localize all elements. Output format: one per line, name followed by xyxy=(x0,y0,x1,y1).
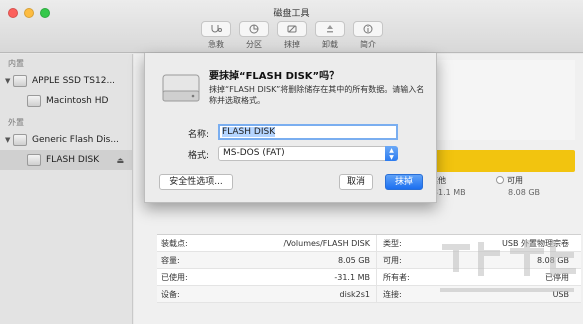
sidebar-item-label: FLASH DISK xyxy=(46,155,100,165)
cancel-button[interactable]: 取消 xyxy=(339,174,373,190)
info-key: 可用: xyxy=(383,255,402,265)
first-aid-button[interactable]: 急救 xyxy=(200,21,232,50)
info-value: /Volumes/FLASH DISK xyxy=(207,235,377,251)
erase-icon xyxy=(277,21,307,37)
disk-utility-window: 磁盘工具 急救 分区 抹掉 卸载 简介 内置 ▼ APPLE SSD TS12.… xyxy=(0,0,583,324)
external-drive-icon xyxy=(162,74,200,102)
info-value: -31.1 MB xyxy=(207,269,377,285)
info-key: 装载点: xyxy=(161,238,188,248)
legend-free-value: 8.08 GB xyxy=(508,188,541,197)
info-button[interactable]: 简介 xyxy=(352,21,384,50)
unmount-icon xyxy=(315,21,345,37)
legend-free-label: 可用 xyxy=(507,176,523,185)
sidebar-item-flash-disk[interactable]: FLASH DISK ⏏ xyxy=(0,150,132,170)
pie-chart-icon xyxy=(239,21,269,37)
sidebar-item-label: APPLE SSD TS12... xyxy=(32,76,116,86)
titlebar: 磁盘工具 急救 分区 抹掉 卸载 简介 xyxy=(0,0,583,53)
name-label: 名称: xyxy=(187,130,209,140)
erase-label: 抹掉 xyxy=(284,40,300,49)
chevron-updown-icon: ▲ ▼ xyxy=(385,146,398,161)
volume-icon xyxy=(27,95,41,107)
erase-button[interactable]: 抹掉 xyxy=(385,174,423,190)
toolbar: 急救 分区 抹掉 卸载 简介 xyxy=(200,21,384,50)
info-key: 类型: xyxy=(383,238,402,248)
sidebar-header-internal: 内置 xyxy=(8,59,24,68)
sidebar-item-generic-flash-disk[interactable]: ▼ Generic Flash Dis... xyxy=(0,130,132,150)
partition-button[interactable]: 分区 xyxy=(238,21,270,50)
disclosure-triangle-icon[interactable]: ▼ xyxy=(5,136,13,144)
sidebar: 内置 ▼ APPLE SSD TS12... Macintosh HD 外置 ▼… xyxy=(0,54,133,324)
name-field[interactable]: FLASH DISK xyxy=(218,124,398,140)
legend-free: 可用 8.08 GB xyxy=(496,175,540,197)
info-value: 8.05 GB xyxy=(207,252,377,268)
sheet-message: 抹掉“FLASH DISK”将删除储存在其中的所有数据。请输入名称并选取格式。 xyxy=(209,85,425,105)
stethoscope-icon xyxy=(201,21,231,37)
partition-label: 分区 xyxy=(246,40,262,49)
name-field-value: FLASH DISK xyxy=(222,127,276,137)
internal-drive-icon xyxy=(13,75,27,87)
first-aid-label: 急救 xyxy=(208,40,224,49)
eject-icon[interactable]: ⏏ xyxy=(116,156,124,165)
volume-icon xyxy=(27,154,41,166)
info-key: 设备: xyxy=(161,289,180,299)
info-label: 简介 xyxy=(360,40,376,49)
erase-sheet-dialog: 要抹掉“FLASH DISK”吗？ 抹掉“FLASH DISK”将删除储存在其中… xyxy=(144,53,437,203)
info-value: disk2s1 xyxy=(207,286,377,302)
info-key: 已使用: xyxy=(161,272,188,282)
erase-toolbar-button[interactable]: 抹掉 xyxy=(276,21,308,50)
security-options-button[interactable]: 安全性选项... xyxy=(159,174,233,190)
sidebar-header-external: 外置 xyxy=(8,118,24,127)
sidebar-item-label: Macintosh HD xyxy=(46,96,109,106)
format-label: 格式: xyxy=(187,151,209,161)
sidebar-item-apple-ssd[interactable]: ▼ APPLE SSD TS12... xyxy=(0,71,132,91)
free-dot-icon xyxy=(496,176,504,184)
format-select[interactable]: MS-DOS (FAT) ▲ ▼ xyxy=(218,146,398,161)
sidebar-item-macintosh-hd[interactable]: Macintosh HD xyxy=(0,91,132,111)
unmount-label: 卸载 xyxy=(322,40,338,49)
info-key: 所有者: xyxy=(383,272,410,282)
unmount-button[interactable]: 卸载 xyxy=(314,21,346,50)
info-key: 容量: xyxy=(161,255,180,265)
info-key: 连接: xyxy=(383,289,402,299)
format-select-value: MS-DOS (FAT) xyxy=(223,148,285,158)
sidebar-item-label: Generic Flash Dis... xyxy=(32,135,119,145)
disclosure-triangle-icon[interactable]: ▼ xyxy=(5,77,13,85)
window-title: 磁盘工具 xyxy=(273,9,310,19)
info-icon xyxy=(353,21,383,37)
watermark-logo xyxy=(440,240,576,292)
sheet-title: 要抹掉“FLASH DISK”吗？ xyxy=(209,71,340,82)
external-drive-icon xyxy=(13,134,27,146)
